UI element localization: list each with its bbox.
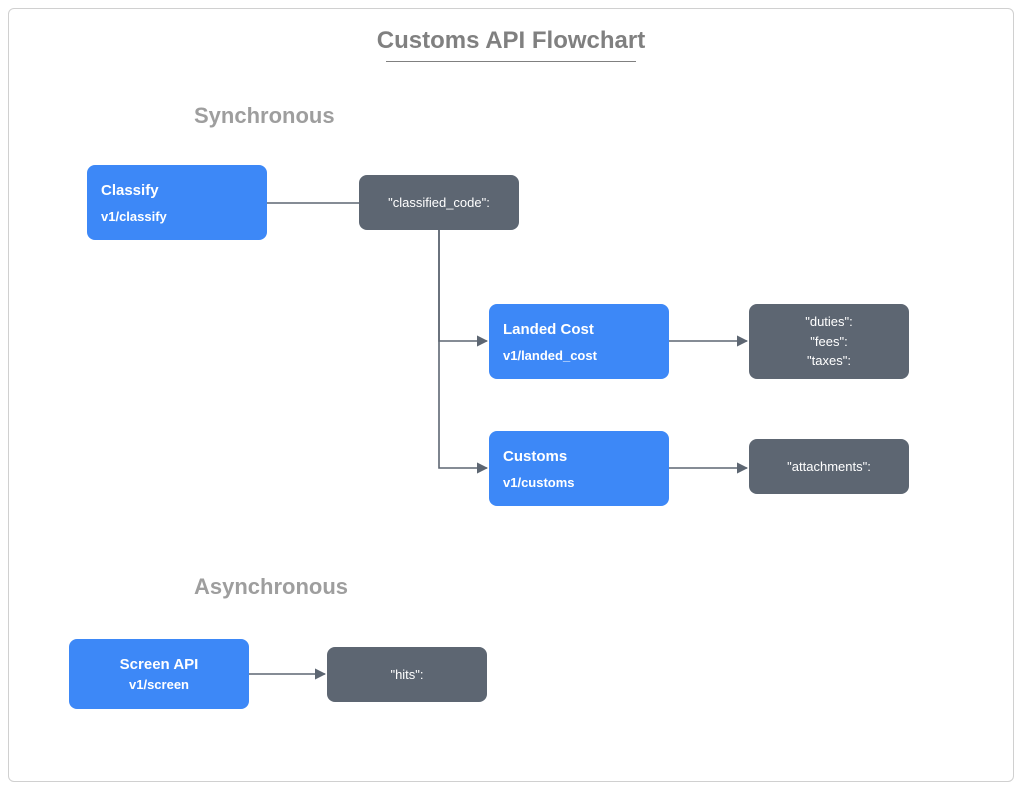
diagram-frame: Customs API Flowchart Synchronous Classi… — [8, 8, 1014, 782]
node-screen-api: Screen API v1/screen — [69, 639, 249, 709]
title-underline — [386, 61, 636, 62]
section-label-synchronous: Synchronous — [194, 103, 335, 129]
node-landed-cost-title: Landed Cost — [503, 321, 655, 338]
landed-cost-out-l3: "taxes": — [807, 351, 851, 371]
node-customs-endpoint: v1/customs — [503, 475, 655, 490]
node-classify-endpoint: v1/classify — [101, 209, 253, 224]
diagram-title: Customs API Flowchart — [9, 27, 1013, 55]
node-classified-code: "classified_code": — [359, 175, 519, 230]
node-screen-title: Screen API — [120, 656, 199, 673]
node-classify-title: Classify — [101, 182, 253, 199]
node-screen-output: "hits": — [327, 647, 487, 702]
landed-cost-out-l2: "fees": — [810, 332, 847, 352]
connector-code-to-customs — [439, 230, 487, 468]
section-label-asynchronous: Asynchronous — [194, 574, 348, 600]
node-landed-cost: Landed Cost v1/landed_cost — [489, 304, 669, 379]
node-classify: Classify v1/classify — [87, 165, 267, 240]
node-screen-endpoint: v1/screen — [129, 677, 189, 692]
landed-cost-out-l1: "duties": — [805, 312, 853, 332]
connector-code-to-landed-cost — [439, 230, 487, 341]
node-customs: Customs v1/customs — [489, 431, 669, 506]
node-customs-output: "attachments": — [749, 439, 909, 494]
node-classified-code-text: "classified_code": — [388, 193, 490, 213]
node-customs-title: Customs — [503, 448, 655, 465]
node-customs-output-text: "attachments": — [787, 457, 871, 477]
node-screen-output-text: "hits": — [390, 665, 423, 685]
node-landed-cost-endpoint: v1/landed_cost — [503, 348, 655, 363]
node-landed-cost-output: "duties": "fees": "taxes": — [749, 304, 909, 379]
